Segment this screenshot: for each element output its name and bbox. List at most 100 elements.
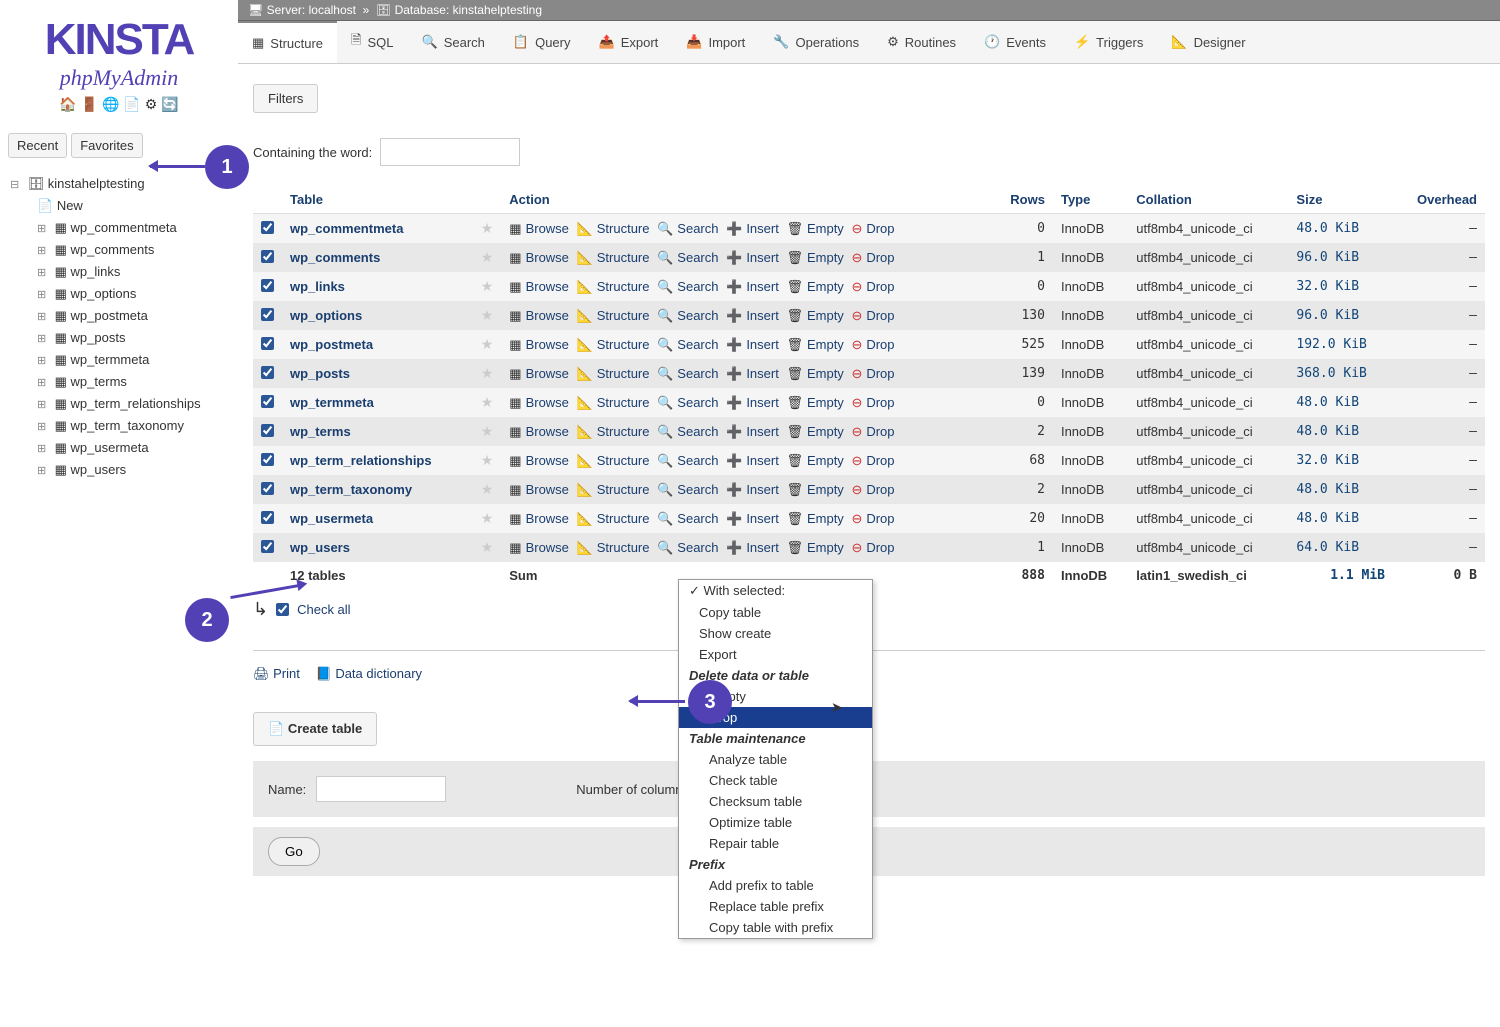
star-icon[interactable]: ★	[481, 249, 494, 265]
dd-export[interactable]: Export	[679, 644, 872, 665]
row-checkbox[interactable]	[261, 482, 274, 495]
insert-link[interactable]: Insert	[742, 540, 783, 555]
drop-link[interactable]: Drop	[862, 395, 898, 410]
row-checkbox[interactable]	[261, 308, 274, 321]
structure-link[interactable]: Structure	[593, 511, 654, 526]
dd-copy[interactable]: Copy table	[679, 602, 872, 623]
drop-link[interactable]: Drop	[862, 221, 898, 236]
drop-link[interactable]: Drop	[862, 366, 898, 381]
refresh-icon[interactable]: 🔄	[161, 96, 178, 112]
browse-link[interactable]: Browse	[522, 511, 573, 526]
dd-check[interactable]: Check table	[679, 770, 872, 791]
plus-icon[interactable]: ⊞	[37, 244, 51, 258]
plus-icon[interactable]: ⊞	[37, 376, 51, 390]
tree-table-wp_comments[interactable]: ⊞ ▦ wp_comments	[5, 239, 233, 261]
empty-link[interactable]: Empty	[803, 453, 848, 468]
search-link[interactable]: Search	[673, 453, 722, 468]
insert-link[interactable]: Insert	[742, 482, 783, 497]
exit-icon[interactable]: 🚪	[81, 96, 98, 112]
tree-table-wp_term_relationships[interactable]: ⊞ ▦ wp_term_relationships	[5, 393, 233, 415]
filter-input[interactable]	[380, 138, 520, 166]
star-icon[interactable]: ★	[481, 423, 494, 439]
tree-table-wp_posts[interactable]: ⊞ ▦ wp_posts	[5, 327, 233, 349]
drop-link[interactable]: Drop	[862, 540, 898, 555]
insert-link[interactable]: Insert	[742, 424, 783, 439]
tree-table-wp_postmeta[interactable]: ⊞ ▦ wp_postmeta	[5, 305, 233, 327]
plus-icon[interactable]: ⊞	[37, 464, 51, 478]
plus-icon[interactable]: ⊞	[37, 354, 51, 368]
tree-table-wp_options[interactable]: ⊞ ▦ wp_options	[5, 283, 233, 305]
structure-link[interactable]: Structure	[593, 424, 654, 439]
star-icon[interactable]: ★	[481, 336, 494, 352]
structure-link[interactable]: Structure	[593, 337, 654, 352]
empty-link[interactable]: Empty	[803, 279, 848, 294]
plus-icon[interactable]: ⊞	[37, 222, 51, 236]
search-link[interactable]: Search	[673, 337, 722, 352]
star-icon[interactable]: ★	[481, 220, 494, 236]
empty-link[interactable]: Empty	[803, 482, 848, 497]
row-checkbox[interactable]	[261, 250, 274, 263]
globe-icon[interactable]: 🌐	[102, 96, 119, 112]
browse-link[interactable]: Browse	[522, 279, 573, 294]
col-type[interactable]: Type	[1053, 186, 1128, 214]
tab-structure[interactable]: ▦Structure	[238, 21, 337, 63]
row-checkbox[interactable]	[261, 424, 274, 437]
row-checkbox[interactable]	[261, 540, 274, 553]
empty-link[interactable]: Empty	[803, 395, 848, 410]
plus-icon[interactable]: ⊞	[37, 420, 51, 434]
tab-favorites[interactable]: Favorites	[71, 133, 142, 158]
create-table-button[interactable]: 📄 Create table	[253, 712, 377, 746]
browse-link[interactable]: Browse	[522, 221, 573, 236]
browse-link[interactable]: Browse	[522, 540, 573, 555]
dd-repair[interactable]: Repair table	[679, 833, 872, 854]
browse-link[interactable]: Browse	[522, 395, 573, 410]
search-link[interactable]: Search	[673, 308, 722, 323]
tree-db[interactable]: ⊟ 🗄 kinstahelptesting	[5, 173, 233, 195]
drop-link[interactable]: Drop	[862, 511, 898, 526]
tab-recent[interactable]: Recent	[8, 133, 67, 158]
drop-link[interactable]: Drop	[862, 250, 898, 265]
tab-import[interactable]: 📥Import	[672, 21, 759, 63]
tree-table-wp_usermeta[interactable]: ⊞ ▦ wp_usermeta	[5, 437, 233, 459]
row-checkbox[interactable]	[261, 337, 274, 350]
search-link[interactable]: Search	[673, 511, 722, 526]
data-dict-link[interactable]: 📘 Data dictionary	[316, 666, 423, 681]
search-link[interactable]: Search	[673, 279, 722, 294]
breadcrumb-db[interactable]: kinstahelptesting	[453, 3, 542, 17]
dd-analyze[interactable]: Analyze table	[679, 749, 872, 770]
table-name-link[interactable]: wp_terms	[290, 424, 351, 439]
insert-link[interactable]: Insert	[742, 250, 783, 265]
print-link[interactable]: 🖨 Print	[253, 666, 300, 681]
table-name-link[interactable]: wp_postmeta	[290, 337, 373, 352]
table-name-link[interactable]: wp_users	[290, 540, 350, 555]
tab-search[interactable]: 🔍Search	[408, 21, 499, 63]
breadcrumb-server[interactable]: localhost	[309, 3, 356, 17]
table-name-link[interactable]: wp_links	[290, 279, 345, 294]
tree-table-wp_users[interactable]: ⊞ ▦ wp_users	[5, 459, 233, 481]
dd-show[interactable]: Show create	[679, 623, 872, 644]
tree-table-wp_commentmeta[interactable]: ⊞ ▦ wp_commentmeta	[5, 217, 233, 239]
search-link[interactable]: Search	[673, 482, 722, 497]
tab-designer[interactable]: 📐Designer	[1157, 21, 1259, 63]
star-icon[interactable]: ★	[481, 452, 494, 468]
star-icon[interactable]: ★	[481, 510, 494, 526]
search-link[interactable]: Search	[673, 424, 722, 439]
table-name-link[interactable]: wp_commentmeta	[290, 221, 403, 236]
drop-link[interactable]: Drop	[862, 453, 898, 468]
empty-link[interactable]: Empty	[803, 221, 848, 236]
dd-checksum[interactable]: Checksum table	[679, 791, 872, 812]
plus-icon[interactable]: ⊞	[37, 398, 51, 412]
gear-icon[interactable]: ⚙	[145, 96, 158, 112]
dd-optimize[interactable]: Optimize table	[679, 812, 872, 833]
plus-icon[interactable]: ⊞	[37, 266, 51, 280]
empty-link[interactable]: Empty	[803, 511, 848, 526]
row-checkbox[interactable]	[261, 221, 274, 234]
dd-replace-prefix[interactable]: Replace table prefix	[679, 896, 872, 917]
check-all-label[interactable]: Check all	[297, 602, 350, 617]
browse-link[interactable]: Browse	[522, 366, 573, 381]
plus-icon[interactable]: ⊞	[37, 288, 51, 302]
browse-link[interactable]: Browse	[522, 308, 573, 323]
row-checkbox[interactable]	[261, 279, 274, 292]
structure-link[interactable]: Structure	[593, 453, 654, 468]
tab-query[interactable]: 📋Query	[499, 21, 585, 63]
